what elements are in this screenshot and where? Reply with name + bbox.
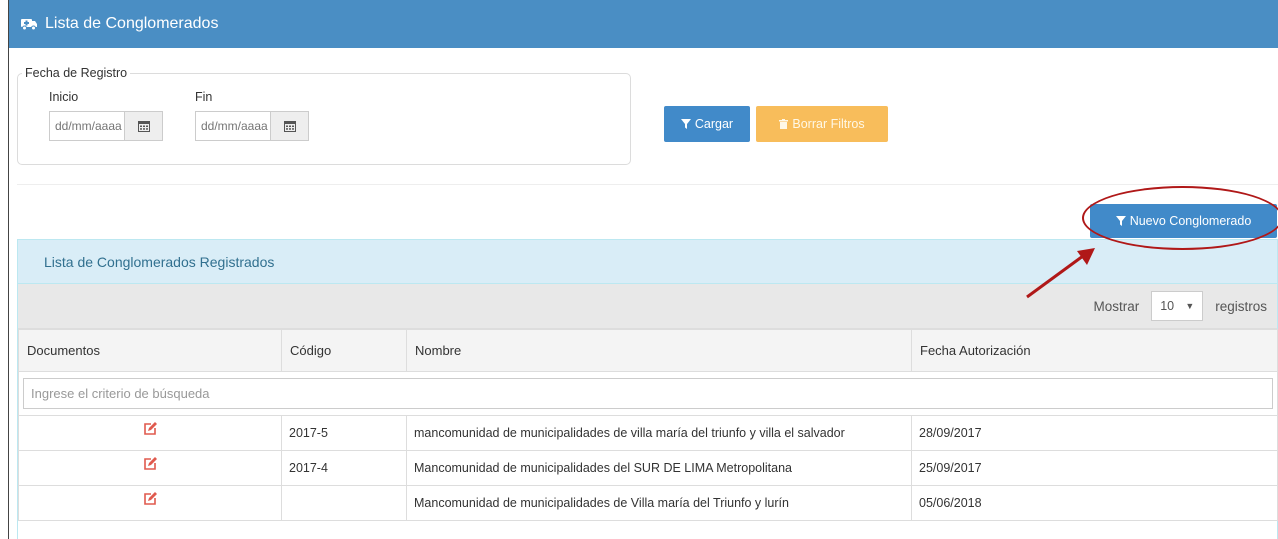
search-row xyxy=(18,371,1278,416)
page-title: Lista de Conglomerados xyxy=(45,15,219,32)
inicio-date-field[interactable] xyxy=(49,111,163,141)
conglomerados-panel: Lista de Conglomerados Registrados Mostr… xyxy=(17,239,1278,539)
nombre-cell: Mancomunidad de municipalidades del SUR … xyxy=(406,450,912,486)
table-row: 2017-4 Mancomunidad de municipalidades d… xyxy=(18,450,1278,486)
edit-icon[interactable] xyxy=(143,492,157,506)
page-size-value: 10 xyxy=(1160,299,1175,313)
borrar-filtros-label: Borrar Filtros xyxy=(792,117,865,131)
panel-title: Lista de Conglomerados Registrados xyxy=(18,240,1277,284)
page-size-select[interactable]: 10 ▼ xyxy=(1151,291,1204,321)
codigo-cell xyxy=(281,485,407,521)
conglomerados-table: Documentos Código Nombre Fecha Autorizac… xyxy=(18,329,1278,521)
left-border xyxy=(0,0,9,539)
edit-icon[interactable] xyxy=(143,457,157,471)
column-header-fecha-autorizacion[interactable]: Fecha Autorización xyxy=(911,329,1278,372)
divider xyxy=(17,184,1278,185)
mostrar-label: Mostrar xyxy=(1093,298,1140,314)
filter-icon xyxy=(680,119,691,129)
fecha-cell: 25/09/2017 xyxy=(911,450,1278,486)
calendar-icon[interactable] xyxy=(270,112,308,140)
nuevo-conglomerado-button[interactable]: Nuevo Conglomerado xyxy=(1090,204,1277,238)
fecha-cell: 05/06/2018 xyxy=(911,485,1278,521)
column-header-nombre[interactable]: Nombre xyxy=(406,329,912,372)
trash-icon xyxy=(779,119,789,129)
table-header-row: Documentos Código Nombre Fecha Autorizac… xyxy=(18,329,1278,372)
calendar-icon[interactable] xyxy=(124,112,162,140)
cargar-button[interactable]: Cargar xyxy=(664,106,750,142)
nombre-cell: Mancomunidad de municipalidades de Villa… xyxy=(406,485,912,521)
nombre-cell: mancomunidad de municipalidades de villa… xyxy=(406,415,912,451)
documentos-cell xyxy=(18,485,282,521)
nuevo-conglomerado-label: Nuevo Conglomerado xyxy=(1129,214,1252,228)
filter-icon xyxy=(1115,216,1126,226)
fecha-registro-legend: Fecha de Registro xyxy=(25,66,128,80)
column-header-codigo[interactable]: Código xyxy=(281,329,407,372)
page-header: Lista de Conglomerados xyxy=(9,0,1278,48)
documentos-cell xyxy=(18,450,282,486)
registros-label: registros xyxy=(1215,298,1267,314)
search-input[interactable] xyxy=(23,378,1273,409)
ambulance-icon xyxy=(21,17,37,31)
fin-date-input[interactable] xyxy=(196,112,270,140)
main-frame: Lista de Conglomerados Fecha de Registro… xyxy=(9,0,1278,539)
edit-icon[interactable] xyxy=(143,422,157,436)
fecha-cell: 28/09/2017 xyxy=(911,415,1278,451)
table-row: 2017-5 mancomunidad de municipalidades d… xyxy=(18,415,1278,451)
borrar-filtros-button[interactable]: Borrar Filtros xyxy=(756,106,888,142)
codigo-cell: 2017-4 xyxy=(281,450,407,486)
fin-label: Fin xyxy=(195,90,213,104)
documentos-cell xyxy=(18,415,282,451)
inicio-date-input[interactable] xyxy=(50,112,124,140)
table-row: Mancomunidad de municipalidades de Villa… xyxy=(18,485,1278,521)
column-header-documentos[interactable]: Documentos xyxy=(18,329,282,372)
search-cell xyxy=(18,371,1278,416)
table-toolbar: Mostrar 10 ▼ registros xyxy=(18,284,1277,329)
fin-date-field[interactable] xyxy=(195,111,309,141)
caret-down-icon: ▼ xyxy=(1185,301,1195,311)
inicio-label: Inicio xyxy=(49,90,79,104)
codigo-cell: 2017-5 xyxy=(281,415,407,451)
cargar-label: Cargar xyxy=(694,117,734,131)
